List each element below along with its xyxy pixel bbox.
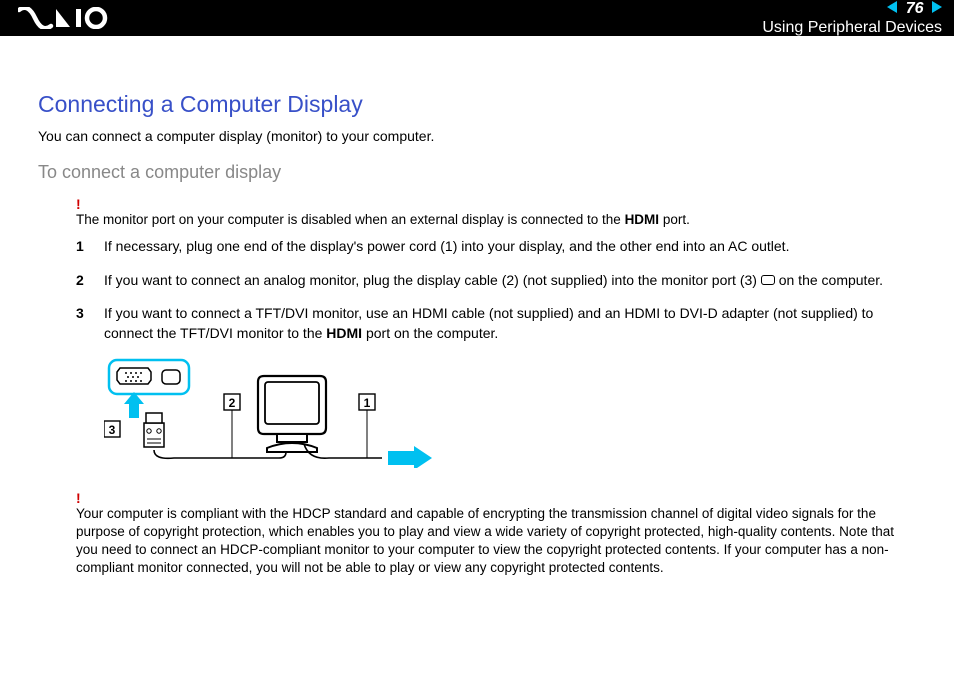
steps-list: If necessary, plug one end of the displa… — [38, 237, 916, 343]
step-3-post: port on the computer. — [362, 325, 498, 341]
vaio-logo — [18, 7, 128, 29]
step-1: If necessary, plug one end of the displa… — [76, 237, 916, 257]
monitor-port-icon — [761, 275, 775, 285]
step-1-text: If necessary, plug one end of the displa… — [104, 238, 789, 254]
warning-note-1: ! The monitor port on your computer is d… — [38, 197, 916, 229]
step-2-pre: If you want to connect an analog monitor… — [104, 272, 761, 288]
warning1-bold: HDMI — [625, 212, 660, 227]
step-3-bold: HDMI — [326, 325, 362, 341]
subtitle: To connect a computer display — [38, 162, 916, 183]
page-title: Connecting a Computer Display — [38, 91, 916, 118]
header-bar: 76 Using Peripheral Devices — [0, 0, 954, 36]
next-page-arrow[interactable] — [932, 1, 942, 13]
page-number: 76 — [902, 0, 928, 17]
warning-note-2: ! Your computer is compliant with the HD… — [38, 491, 916, 578]
diagram-label-3: 3 — [109, 423, 116, 437]
connection-diagram: 3 2 — [104, 358, 916, 473]
step-2: If you want to connect an analog monitor… — [76, 271, 916, 291]
prev-page-arrow[interactable] — [887, 1, 897, 13]
intro-text: You can connect a computer display (moni… — [38, 128, 916, 144]
step-2-post: on the computer. — [775, 272, 883, 288]
warning-icon: ! — [76, 197, 916, 211]
warning1-pre: The monitor port on your computer is dis… — [76, 212, 625, 227]
step-3: If you want to connect a TFT/DVI monitor… — [76, 304, 916, 343]
section-label: Using Peripheral Devices — [762, 19, 942, 37]
warning2-text: Your computer is compliant with the HDCP… — [76, 506, 894, 576]
diagram-label-1: 1 — [364, 396, 371, 410]
content: Connecting a Computer Display You can co… — [0, 36, 954, 577]
diagram-label-2: 2 — [229, 396, 236, 410]
warning-icon: ! — [76, 491, 916, 505]
warning1-post: port. — [659, 212, 690, 227]
